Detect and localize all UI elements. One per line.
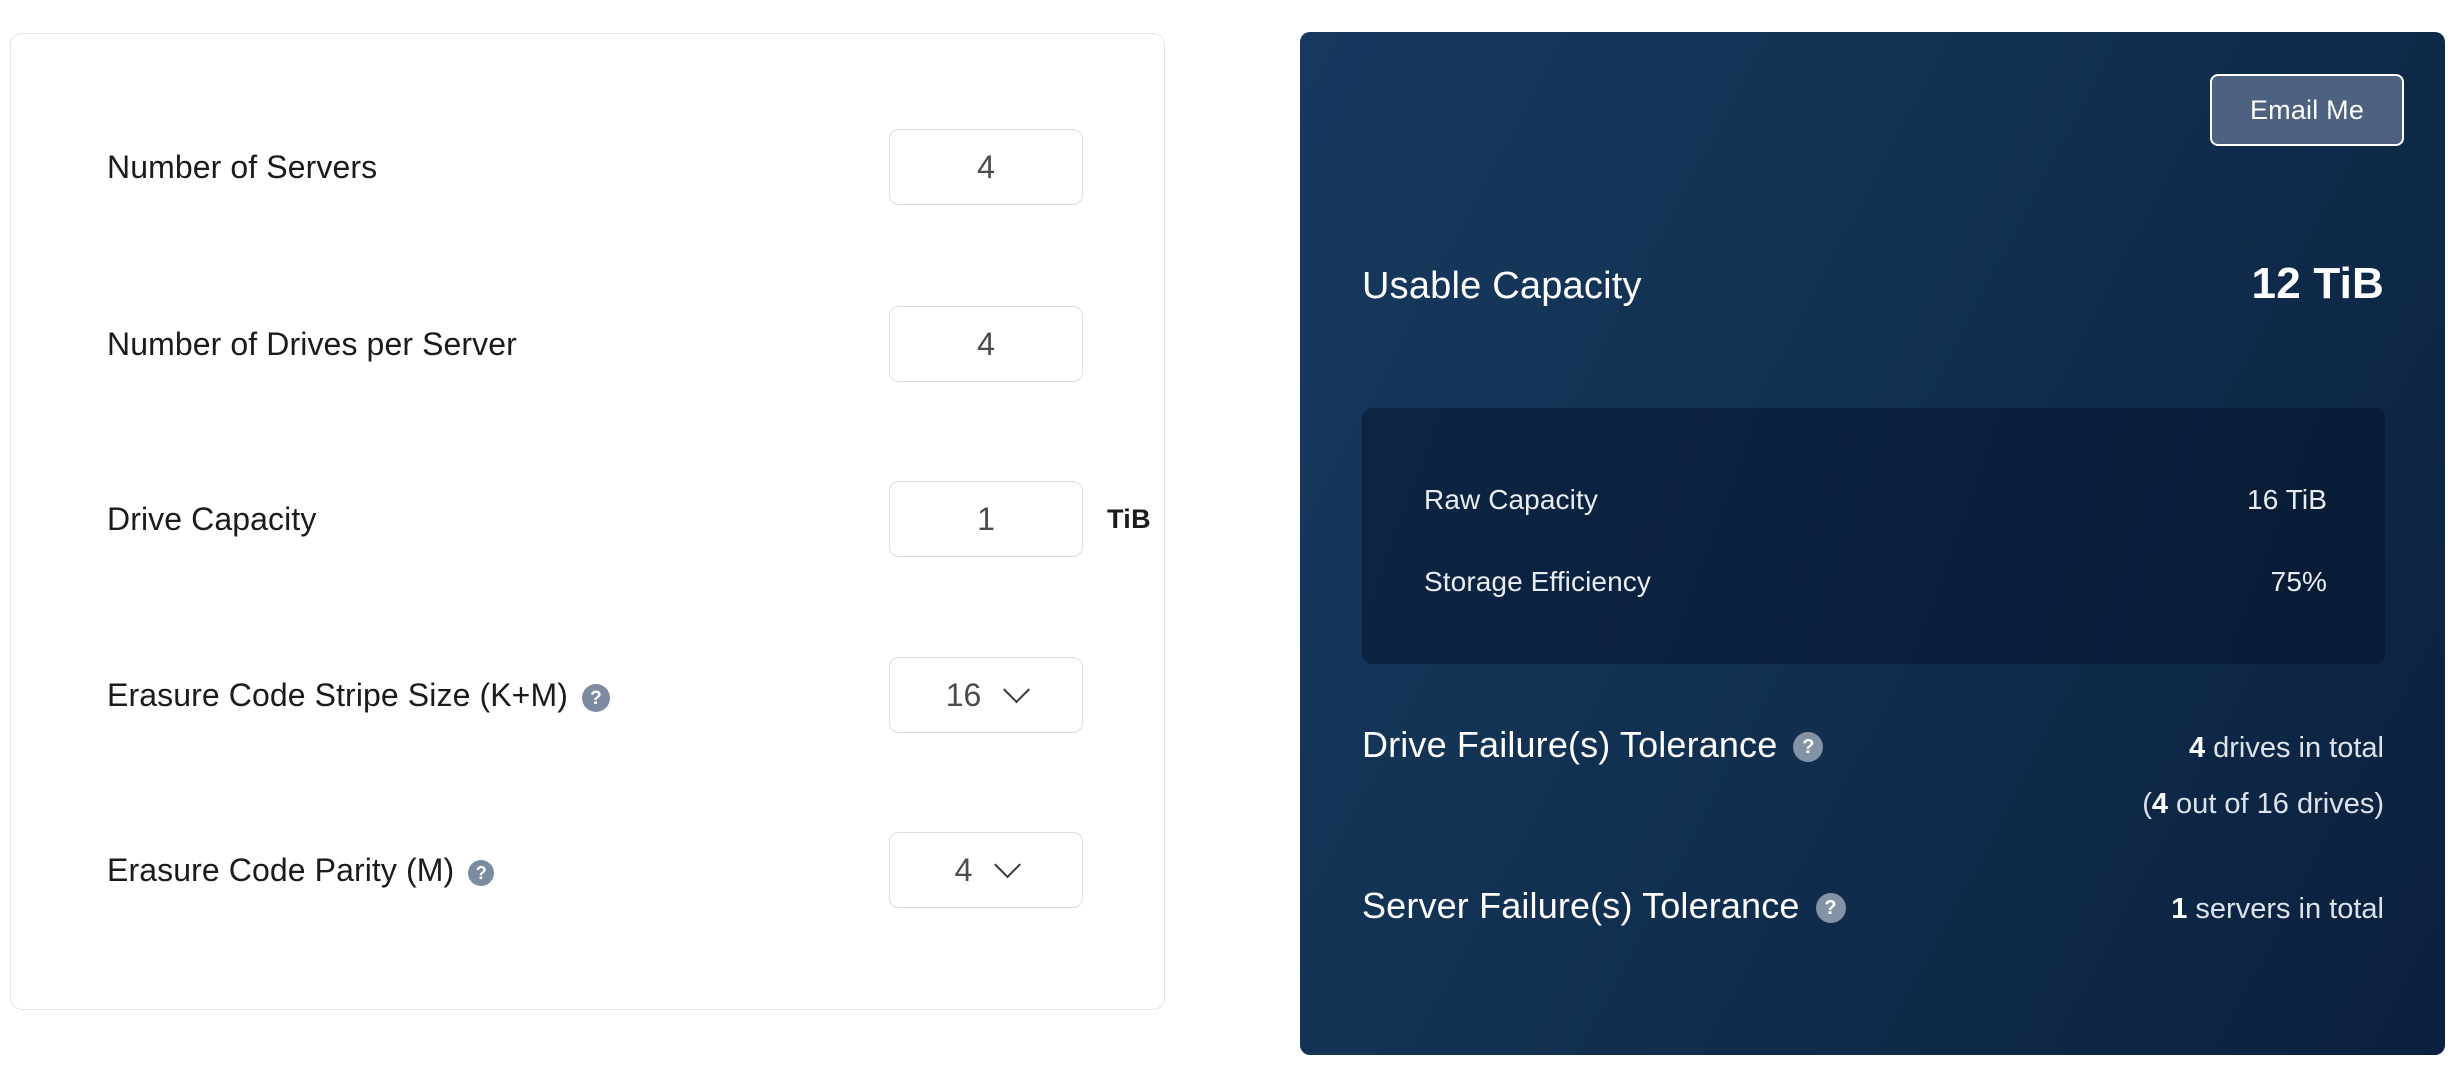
drive-failure-count: 4 (2188, 732, 2206, 764)
drive-failure-tolerance-sub: (4 out of 16 drives) (1362, 788, 2384, 821)
select-value: 4 (954, 851, 973, 888)
server-failure-count: 1 (2171, 893, 2188, 925)
raw-capacity-value: 16 TiB (2247, 484, 2327, 515)
drives-per-server-input[interactable]: 4 (889, 306, 1083, 382)
number-of-servers-input[interactable]: 4 (889, 129, 1083, 205)
question-mark-icon[interactable]: ? (468, 860, 495, 886)
form-row-drives-per-server: Number of Drives per Server 4 (11, 296, 1164, 392)
drive-failure-tolerance-value: 4 drives in total (2189, 724, 2384, 765)
form-row-number-of-servers: Number of Servers 4 (11, 119, 1164, 215)
question-mark-icon[interactable]: ? (581, 684, 610, 712)
chevron-down-icon (1003, 675, 1031, 703)
field-label: Erasure Code Stripe Size (K+M) ? (107, 677, 610, 714)
field-control: 16 (889, 657, 1083, 733)
drive-capacity-unit-label: TiB (1107, 503, 1151, 534)
storage-efficiency-value: 75% (2270, 566, 2327, 597)
field-label: Number of Drives per Server (107, 326, 517, 363)
label-text: Erasure Code Stripe Size (K+M) (107, 676, 568, 713)
form-row-drive-capacity: Drive Capacity 1 TiB (11, 471, 1164, 567)
field-label: Erasure Code Parity (M) ? (107, 851, 495, 889)
sub-number: 4 (2151, 788, 2168, 820)
sub-prefix: ( (2142, 788, 2152, 820)
email-me-button[interactable]: Email Me (2210, 74, 2404, 146)
label-text: Drive Failure(s) Tolerance (1362, 724, 1778, 765)
field-control: 4 (889, 306, 1083, 382)
input-value: 1 (977, 500, 995, 537)
storage-efficiency-label: Storage Efficiency (1424, 566, 1651, 597)
question-mark-icon[interactable]: ? (1793, 732, 1824, 762)
chevron-down-icon (994, 850, 1022, 878)
field-label: Drive Capacity (107, 501, 316, 538)
raw-capacity-row: Raw Capacity 16 TiB (1424, 484, 2327, 516)
label-text: Number of Servers (107, 148, 378, 185)
label-text: Server Failure(s) Tolerance (1362, 885, 1800, 926)
drive-failure-tolerance-label: Drive Failure(s) Tolerance ? (1362, 724, 1824, 766)
drive-capacity-input[interactable]: 1 (889, 481, 1083, 557)
usable-capacity-value: 12 TiB (2251, 259, 2384, 308)
question-mark-icon[interactable]: ? (1815, 893, 1846, 923)
server-failure-tolerance-value: 1 servers in total (2171, 885, 2384, 926)
stripe-size-select[interactable]: 16 (889, 657, 1083, 733)
label-text: Drive Capacity (107, 500, 317, 537)
field-control: 1 TiB (889, 481, 1151, 557)
server-failure-tolerance-block: Server Failure(s) Tolerance ? 1 servers … (1362, 885, 2384, 927)
parity-select[interactable]: 4 (889, 832, 1083, 908)
drive-failure-tolerance-block: Drive Failure(s) Tolerance ? 4 drives in… (1362, 724, 2384, 821)
select-value: 16 (945, 676, 982, 713)
configuration-card: Number of Servers 4 Number of Drives per… (10, 33, 1165, 1010)
usable-capacity-label: Usable Capacity (1362, 265, 1642, 307)
usable-capacity-row: Usable Capacity 12 TiB (1362, 259, 2384, 309)
label-text: Erasure Code Parity (M) (107, 851, 455, 888)
field-label: Number of Servers (107, 149, 377, 186)
storage-efficiency-row: Storage Efficiency 75% (1424, 566, 2327, 598)
drive-failure-tolerance-head: Drive Failure(s) Tolerance ? 4 drives in… (1362, 724, 2384, 766)
form-row-stripe-size: Erasure Code Stripe Size (K+M) ? 16 (11, 647, 1164, 743)
results-panel: Email Me Usable Capacity 12 TiB Raw Capa… (1300, 32, 2445, 1055)
sub-text: out of 16 drives) (2168, 788, 2384, 820)
input-value: 4 (977, 148, 995, 185)
drive-failure-unit: drives in total (2205, 732, 2384, 764)
raw-capacity-label: Raw Capacity (1424, 484, 1598, 515)
field-control: 4 (889, 129, 1083, 205)
form-row-parity: Erasure Code Parity (M) ? 4 (11, 822, 1164, 918)
server-failure-unit: servers in total (2187, 893, 2384, 925)
server-failure-tolerance-head: Server Failure(s) Tolerance ? 1 servers … (1362, 885, 2384, 927)
capacity-details-box: Raw Capacity 16 TiB Storage Efficiency 7… (1362, 408, 2385, 664)
input-value: 4 (977, 325, 995, 362)
field-control: 4 (889, 832, 1083, 908)
label-text: Number of Drives per Server (107, 325, 517, 362)
server-failure-tolerance-label: Server Failure(s) Tolerance ? (1362, 885, 1846, 927)
